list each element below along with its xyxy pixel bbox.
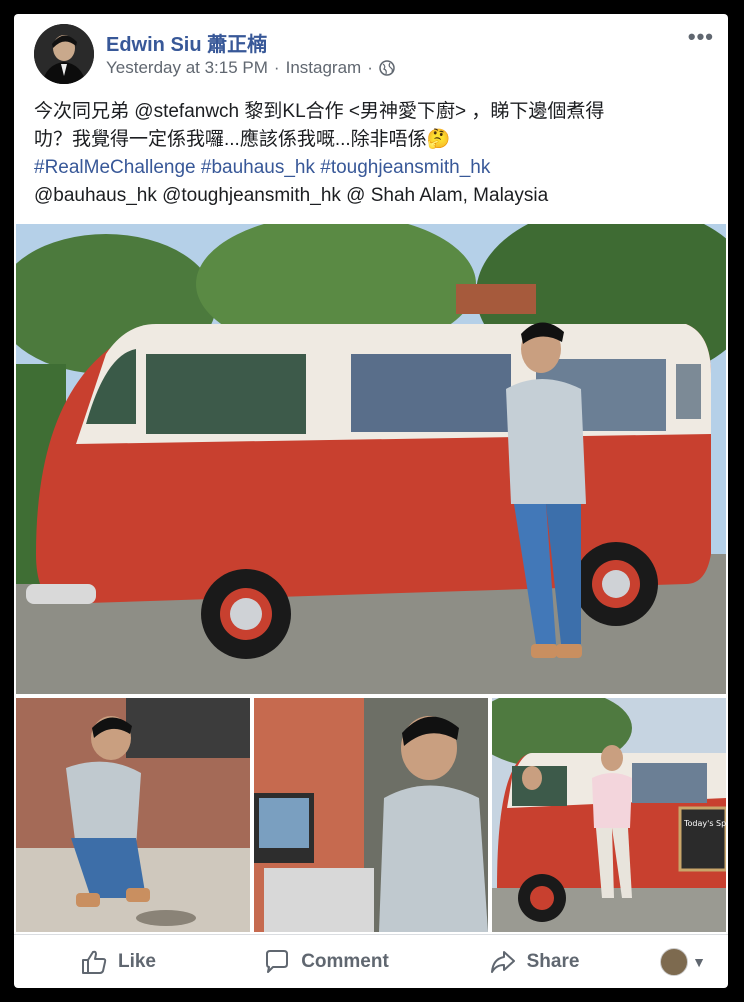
thumbnail-photo[interactable] — [254, 698, 488, 932]
post-card: Edwin Siu 蕭正楠 Yesterday at 3:15 PM · Ins… — [14, 14, 728, 988]
chalkboard-text: Today's Special — [683, 819, 726, 828]
share-button[interactable]: Share — [430, 948, 638, 976]
action-bar: Like Comment Share ▼ — [14, 934, 728, 988]
thumbnail-photo[interactable] — [16, 698, 250, 932]
meta-separator: · — [367, 58, 373, 77]
post-source: Instagram — [285, 58, 362, 77]
post-header: Edwin Siu 蕭正楠 Yesterday at 3:15 PM · Ins… — [14, 14, 728, 94]
post-meta: Yesterday at 3:15 PM · Instagram · — [106, 58, 395, 78]
post-mentions[interactable]: @bauhaus_hk @toughjeansmith_hk @ Shah Al… — [34, 182, 714, 210]
more-options-icon[interactable]: ••• — [688, 24, 714, 50]
comment-icon — [266, 950, 289, 973]
main-photo[interactable] — [16, 224, 726, 694]
thumbnail-photo[interactable]: Today's Special — [492, 698, 726, 932]
like-button[interactable]: Like — [14, 948, 222, 976]
share-label: Share — [526, 951, 580, 972]
comment-button[interactable]: Comment — [222, 948, 430, 976]
user-avatar — [660, 948, 689, 976]
like-label: Like — [117, 951, 157, 972]
thumbs-up-icon — [81, 950, 107, 974]
reaction-selector[interactable]: ▼ — [638, 948, 728, 976]
author-name[interactable]: Edwin Siu 蕭正楠 — [106, 28, 267, 57]
post-hashtags[interactable]: #RealMeChallenge #bauhaus_hk #toughjeans… — [34, 154, 714, 182]
post-text-line: 今次同兄弟 @stefanwch 黎到KL合作 <男神愛下廚> ，睇下邊個煮得 — [34, 101, 605, 122]
chevron-down-icon: ▼ — [692, 954, 706, 970]
globe-icon — [379, 60, 395, 76]
comment-label: Comment — [301, 951, 389, 972]
share-icon — [490, 951, 515, 973]
post-text: 今次同兄弟 @stefanwch 黎到KL合作 <男神愛下廚> ，睇下邊個煮得 … — [34, 98, 714, 210]
meta-separator: · — [273, 58, 280, 77]
post-timestamp[interactable]: Yesterday at 3:15 PM — [106, 58, 268, 78]
post-text-line: 叻？我覺得一定係我囉...應該係我嘅...除非唔係🤔 — [34, 129, 451, 150]
author-avatar[interactable] — [34, 24, 94, 84]
